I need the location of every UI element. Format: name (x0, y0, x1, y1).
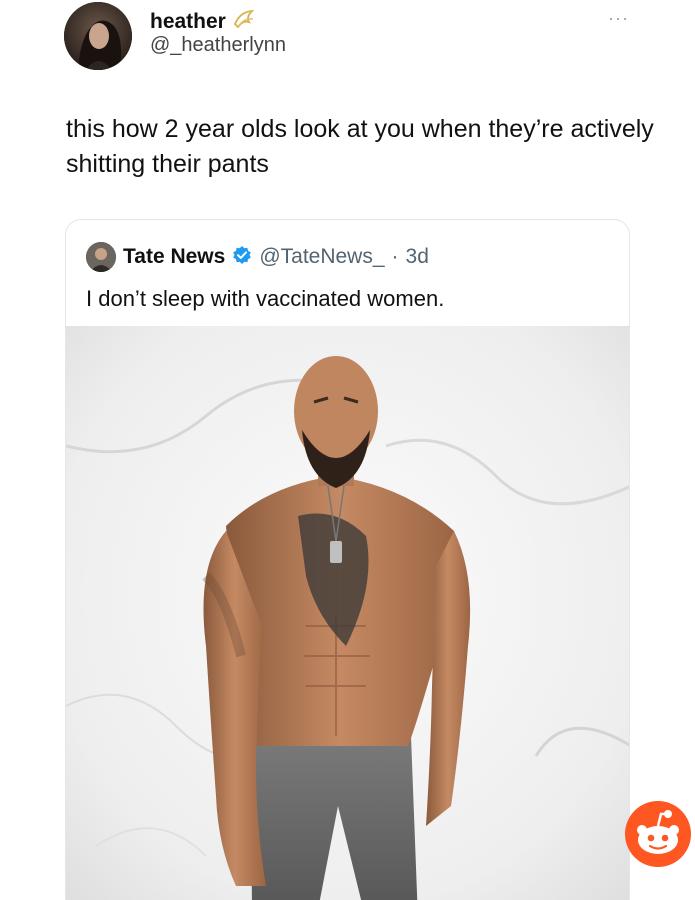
author-avatar[interactable] (64, 2, 132, 70)
quoted-tweet-photo[interactable] (66, 326, 629, 900)
quoted-tweet-card[interactable]: Tate News @TateNews_ · 3d I don’t sleep … (65, 219, 630, 900)
more-options-button[interactable]: ··· (608, 8, 629, 29)
tweet-header: heather @_heatherlynn ··· (64, 0, 695, 72)
tweet-text: this how 2 year olds look at you when th… (66, 115, 654, 178)
quoted-tweet-text: I don’t sleep with vaccinated women. (86, 286, 445, 311)
gold-ribbon-icon (232, 8, 256, 35)
author-handle[interactable]: @_heatherlynn (150, 34, 286, 57)
verified-badge-icon (232, 245, 252, 270)
meta-separator: · (391, 245, 399, 268)
quoted-author-name[interactable]: Tate News (123, 245, 225, 269)
quoted-author-avatar[interactable] (86, 242, 116, 272)
quoted-timestamp[interactable]: 3d (406, 245, 429, 269)
quoted-tweet-header: Tate News @TateNews_ · 3d (86, 242, 429, 272)
author-display-name[interactable]: heather (150, 10, 226, 34)
quoted-author-handle[interactable]: @TateNews_ (259, 245, 384, 269)
reddit-snoo-icon (624, 800, 692, 868)
